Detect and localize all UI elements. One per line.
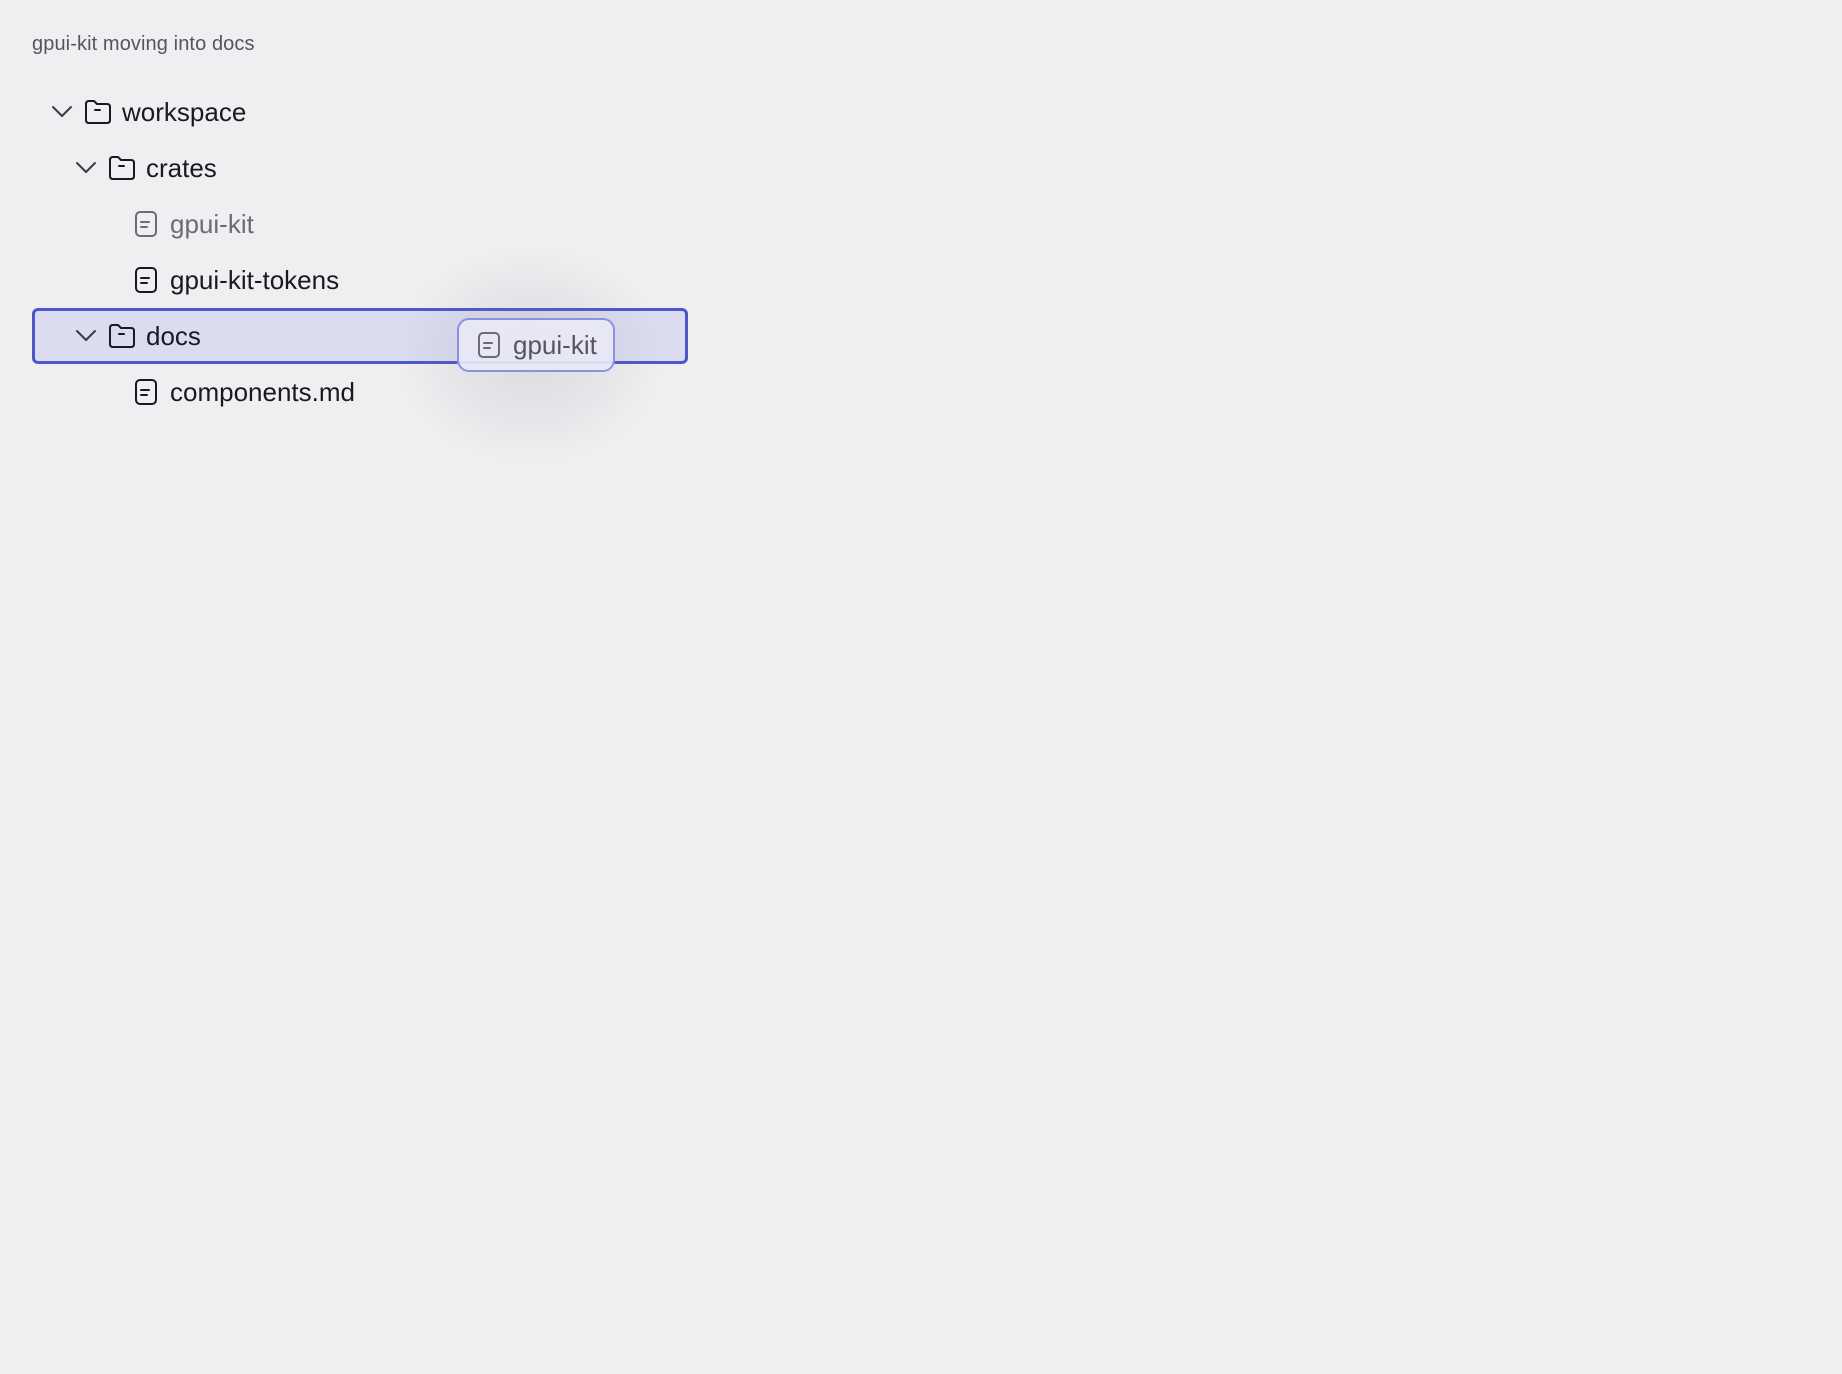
tree-item-gpui-kit[interactable]: gpui-kit [32, 196, 688, 252]
drag-status-caption: gpui-kit moving into docs [32, 33, 255, 55]
chevron-down-icon[interactable] [74, 324, 98, 348]
folder-icon [84, 98, 112, 126]
tree-item-label: workspace [122, 97, 247, 127]
tree-item-workspace[interactable]: workspace [32, 84, 688, 140]
drag-ghost-label: gpui-kit [513, 329, 597, 360]
folder-icon [108, 322, 136, 350]
tree-item-label: crates [146, 153, 217, 183]
tree-item-gpui-kit-tokens[interactable]: gpui-kit-tokens [32, 252, 688, 308]
file-icon [132, 210, 160, 238]
folder-icon [108, 154, 136, 182]
tree-item-label: docs [146, 321, 201, 351]
drag-ghost[interactable]: gpui-kit [457, 318, 615, 372]
file-icon [475, 331, 503, 359]
tree-item-components-md[interactable]: components.md [32, 364, 688, 420]
tree-item-label: components.md [170, 377, 355, 407]
tree-item-crates[interactable]: crates [32, 140, 688, 196]
file-icon [132, 266, 160, 294]
page: gpui-kit moving into docs workspace crat… [0, 0, 1842, 1374]
chevron-down-icon[interactable] [74, 156, 98, 180]
tree-item-label: gpui-kit [170, 209, 254, 239]
file-icon [132, 378, 160, 406]
chevron-down-icon[interactable] [50, 100, 74, 124]
tree-item-label: gpui-kit-tokens [170, 265, 340, 295]
